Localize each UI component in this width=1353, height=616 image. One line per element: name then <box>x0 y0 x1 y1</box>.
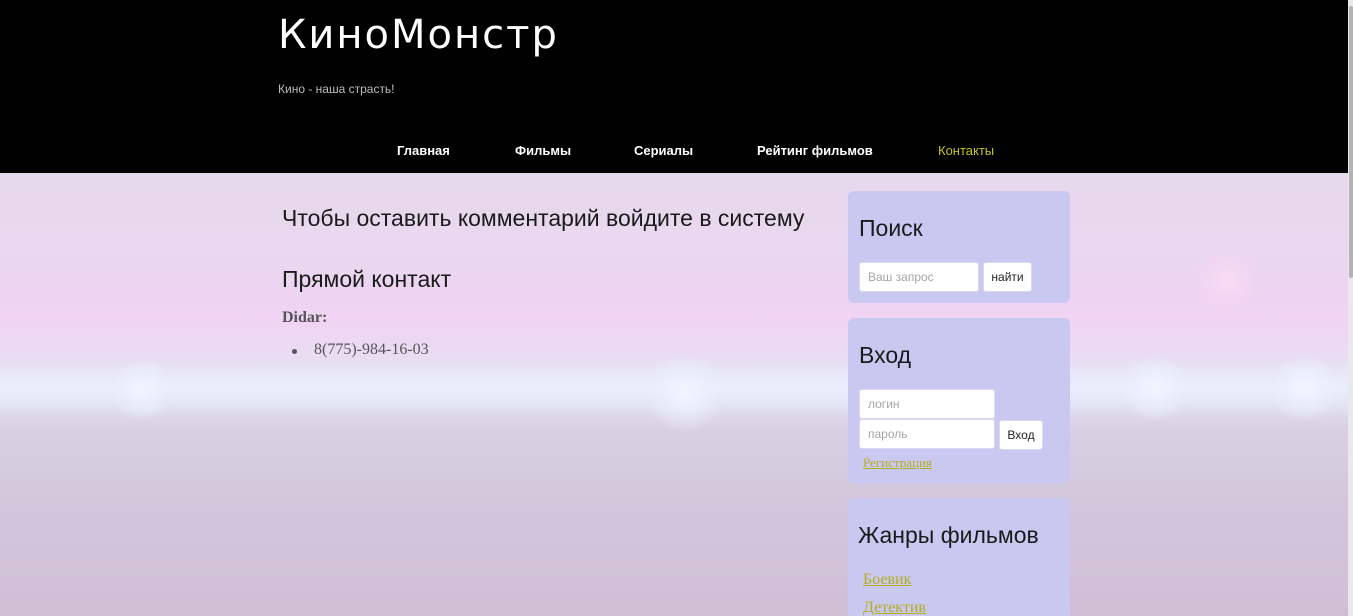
phone-number: 8(775)-984-16-03 <box>292 341 842 359</box>
search-input[interactable]: Ваш запрос <box>859 262 979 292</box>
nav-item-contacts[interactable]: Контакты <box>938 143 994 158</box>
login-input[interactable]: логин <box>859 389 995 419</box>
background-bokeh <box>645 353 725 433</box>
background-bokeh <box>1270 353 1340 423</box>
main-content: Чтобы оставить комментарий войдите в сис… <box>282 205 842 359</box>
genres-title: Жанры фильмов <box>858 522 1039 548</box>
background-bokeh <box>110 358 174 422</box>
site-header: КиноМонстр Кино - наша страсть! Главная … <box>0 0 1353 173</box>
genre-link[interactable]: Боевик <box>863 571 911 589</box>
login-title: Вход <box>859 342 912 368</box>
genre-link[interactable]: Детектив <box>863 599 926 616</box>
search-title: Поиск <box>859 215 923 241</box>
login-button[interactable]: Вход <box>999 420 1043 450</box>
main-nav: Главная Фильмы Сериалы Рейтинг фильмов К… <box>0 143 1353 163</box>
background-bokeh <box>1120 353 1190 423</box>
contact-heading: Прямой контакт <box>282 266 452 292</box>
nav-item-home[interactable]: Главная <box>397 143 450 158</box>
search-widget: Поиск Ваш запрос найти <box>848 191 1070 303</box>
scrollbar-thumb[interactable] <box>1349 6 1353 278</box>
nav-item-rating[interactable]: Рейтинг фильмов <box>757 143 873 158</box>
nav-item-films[interactable]: Фильмы <box>515 143 571 158</box>
login-widget: Вход логин пароль Вход Регистрация <box>848 318 1070 483</box>
site-tagline: Кино - наша страсть! <box>278 82 395 96</box>
password-input[interactable]: пароль <box>859 419 995 449</box>
site-title[interactable]: КиноМонстр <box>278 12 559 58</box>
search-button[interactable]: найти <box>983 262 1032 292</box>
background-bokeh <box>1195 248 1259 312</box>
register-link[interactable]: Регистрация <box>863 455 932 471</box>
nav-item-series[interactable]: Сериалы <box>634 143 693 158</box>
contact-name: Didar: <box>282 309 328 326</box>
comment-login-note: Чтобы оставить комментарий войдите в сис… <box>282 205 805 231</box>
genres-widget: Жанры фильмов Боевик Детектив <box>848 498 1070 616</box>
phone-list: 8(775)-984-16-03 <box>282 341 842 359</box>
